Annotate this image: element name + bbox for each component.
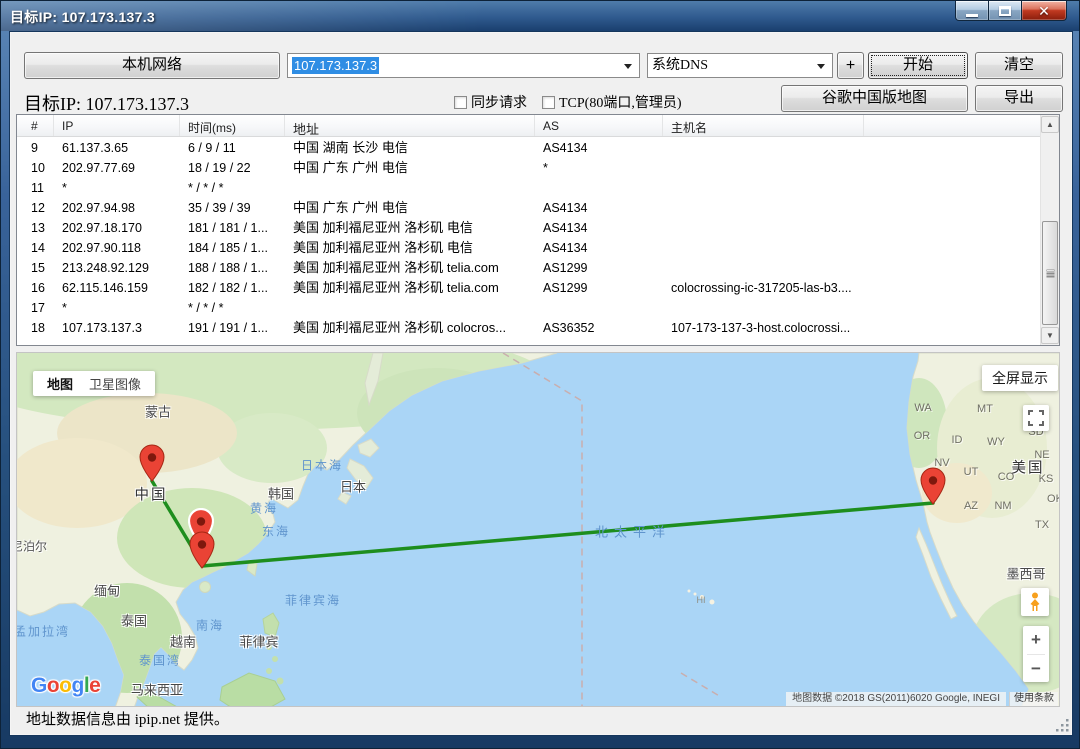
statusbar: 地址数据信息由 ipip.net 提供。 <box>16 707 1060 735</box>
table-row[interactable]: 14 202.97.90.118 184 / 185 / 1... 美国 加利福… <box>17 238 1040 258</box>
tcp-label: TCP(80端口,管理员) <box>559 92 682 112</box>
table-row[interactable]: 10 202.97.77.69 18 / 19 / 22 中国 广东 广州 电信… <box>17 158 1040 178</box>
col-header-host[interactable]: 主机名 <box>663 115 864 136</box>
map[interactable]: 蒙古中国韩国日本日本海黄海东海尼泊尔缅甸泰国越南南海菲律宾菲律宾海孟加拉湾泰国湾… <box>16 352 1060 707</box>
pegman-button[interactable] <box>1021 588 1049 616</box>
trace-table: # IP 时间(ms) 地址 AS 主机名 9 61.137.3.65 6 / … <box>16 114 1060 346</box>
col-header-num[interactable]: # <box>17 115 54 136</box>
zoom-in-button[interactable]: + <box>1023 626 1049 654</box>
col-header-as[interactable]: AS <box>535 115 663 136</box>
terms-of-use-link[interactable]: 使用条款 <box>1009 692 1058 706</box>
map-canvas[interactable] <box>17 353 1060 707</box>
maximize-button[interactable] <box>988 1 1022 21</box>
table-row[interactable]: 18 107.173.137.3 191 / 191 / 1... 美国 加利福… <box>17 318 1040 338</box>
zoom-out-button[interactable]: − <box>1023 655 1049 683</box>
col-header-addr[interactable]: 地址 <box>285 115 535 136</box>
table-row[interactable]: 17 * * / * / * <box>17 298 1040 318</box>
target-ip-combobox[interactable]: 107.173.137.3 <box>287 53 640 78</box>
scroll-thumb[interactable] <box>1042 221 1058 325</box>
dns-combobox[interactable]: 系统DNS <box>647 53 833 78</box>
table-scrollbar[interactable]: ▲ ▼ <box>1040 115 1059 345</box>
table-header: # IP 时间(ms) 地址 AS 主机名 <box>17 115 1059 137</box>
map-type-satellite-button[interactable]: 卫星图像 <box>81 374 149 393</box>
fullscreen-display-button[interactable]: 全屏显示 <box>982 365 1058 391</box>
col-header-filler <box>864 115 1059 136</box>
map-marker-pin[interactable] <box>189 531 215 569</box>
minimize-button[interactable] <box>955 1 989 21</box>
scroll-down-icon[interactable]: ▼ <box>1041 327 1059 344</box>
checkbox-box[interactable] <box>454 96 467 109</box>
target-ip-value: 107.173.137.3 <box>292 57 379 74</box>
sync-request-label: 同步请求 <box>471 92 527 112</box>
target-ip-label: 目标IP: 107.173.137.3 <box>24 90 189 116</box>
google-logo: Google <box>31 674 100 698</box>
trace-table-body: 9 61.137.3.65 6 / 9 / 11 中国 湖南 长沙 电信 AS4… <box>17 138 1040 345</box>
add-button[interactable]: + <box>837 52 864 79</box>
start-button[interactable]: 开始 <box>868 52 968 79</box>
checkbox-box[interactable] <box>542 96 555 109</box>
maximize-icon <box>999 6 1011 16</box>
table-row[interactable]: 16 62.115.146.159 182 / 182 / 1... 美国 加利… <box>17 278 1040 298</box>
map-type-map-button[interactable]: 地图 <box>39 374 81 393</box>
window-controls: ✕ <box>956 1 1067 23</box>
map-attribution: 地图数据 ©2018 GS(2011)6020 Google, INEGI <box>786 692 1006 706</box>
window-body: 本机网络 107.173.137.3 系统DNS + 开始 清空 目标IP: 1… <box>9 31 1073 736</box>
dns-value: 系统DNS <box>652 58 708 73</box>
col-header-time[interactable]: 时间(ms) <box>180 115 285 136</box>
close-icon: ✕ <box>1038 4 1050 18</box>
chevron-down-icon[interactable] <box>817 64 825 69</box>
app-window: 目标IP: 107.173.137.3 ✕ 本机网络 107.173.137.3… <box>0 0 1080 749</box>
attribution-text: 地图数据 ©2018 GS(2011)6020 Google, INEGI <box>792 693 1000 704</box>
google-china-map-button[interactable]: 谷歌中国版地图 <box>781 85 968 112</box>
clear-button[interactable]: 清空 <box>975 52 1063 79</box>
minimize-icon <box>966 14 978 17</box>
sync-request-checkbox[interactable]: 同步请求 <box>454 93 527 111</box>
zoom-control: + − <box>1023 626 1049 682</box>
map-marker-pin[interactable] <box>139 444 165 482</box>
map-marker-pin[interactable] <box>920 467 946 505</box>
fullscreen-icon-button[interactable] <box>1023 405 1049 431</box>
pegman-icon <box>1023 590 1047 614</box>
window-title: 目标IP: 107.173.137.3 <box>10 7 155 27</box>
chevron-down-icon[interactable] <box>624 64 632 69</box>
close-button[interactable]: ✕ <box>1021 1 1067 21</box>
col-header-ip[interactable]: IP <box>54 115 180 136</box>
provider-text: 地址数据信息由 ipip.net 提供。 <box>16 712 229 728</box>
table-row[interactable]: 15 213.248.92.129 188 / 188 / 1... 美国 加利… <box>17 258 1040 278</box>
map-type-control: 地图 卫星图像 <box>33 371 155 396</box>
titlebar[interactable]: 目标IP: 107.173.137.3 ✕ <box>1 1 1079 31</box>
table-row[interactable]: 11 * * / * / * <box>17 178 1040 198</box>
fullscreen-icon <box>1028 410 1044 426</box>
scroll-up-icon[interactable]: ▲ <box>1041 116 1059 133</box>
table-row[interactable]: 12 202.97.94.98 35 / 39 / 39 中国 广东 广州 电信… <box>17 198 1040 218</box>
table-row[interactable]: 13 202.97.18.170 181 / 181 / 1... 美国 加利福… <box>17 218 1040 238</box>
local-network-button[interactable]: 本机网络 <box>24 52 280 79</box>
table-row[interactable]: 9 61.137.3.65 6 / 9 / 11 中国 湖南 长沙 电信 AS4… <box>17 138 1040 158</box>
tcp-checkbox[interactable]: TCP(80端口,管理员) <box>542 93 682 111</box>
export-button[interactable]: 导出 <box>975 85 1063 112</box>
resize-grip[interactable] <box>1055 718 1070 733</box>
